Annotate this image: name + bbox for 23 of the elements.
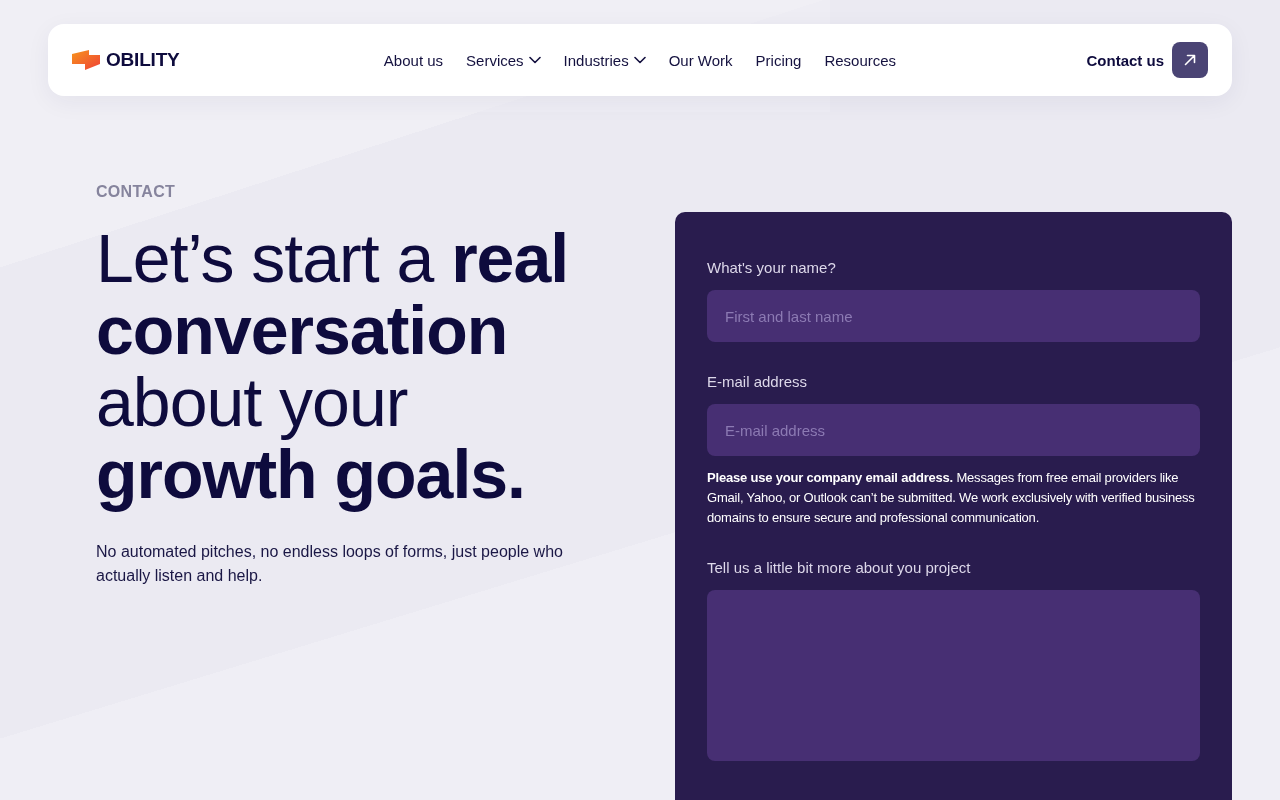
contact-link[interactable]: Contact us bbox=[1086, 51, 1164, 69]
input-field[interactable]: E-mail address bbox=[707, 404, 1200, 456]
field-label: What's your name? bbox=[707, 258, 836, 278]
nav-link[interactable]: Resources bbox=[824, 51, 897, 69]
input-field[interactable]: First and last name bbox=[707, 290, 1200, 342]
arrow-up-right-icon bbox=[1184, 54, 1196, 66]
field-label: E-mail address bbox=[707, 372, 808, 392]
chevron-down-icon bbox=[633, 56, 646, 64]
nav-link[interactable]: About us bbox=[383, 51, 444, 69]
message-field[interactable] bbox=[707, 590, 1200, 761]
intro-text: No automated pitches, no endless loops of forms, just people who actually listen and help. bbox=[96, 542, 564, 586]
logo[interactable]: OBILITY bbox=[72, 49, 180, 71]
nav-link[interactable]: Our Work bbox=[668, 51, 733, 69]
field-label: Tell us a little bit more about you project bbox=[707, 558, 971, 578]
arrow-button[interactable] bbox=[1172, 42, 1208, 78]
logo-icon bbox=[72, 50, 100, 70]
nav-link[interactable]: Pricing bbox=[755, 51, 802, 69]
nav-link[interactable]: Industries bbox=[563, 51, 646, 69]
section-label: CONTACT bbox=[96, 182, 176, 202]
headline: Let’s start a real conversation about your growth goals. bbox=[96, 222, 570, 510]
nav-link[interactable]: Services bbox=[466, 51, 541, 69]
field-note: Please use your company email address. Messages from free email providers like Gmail, Yahoo, or Outlook can’t be submitted. We work exclusively with verified business domains to ensure secure and professional communication. bbox=[707, 469, 1196, 527]
chevron-down-icon bbox=[528, 56, 541, 64]
